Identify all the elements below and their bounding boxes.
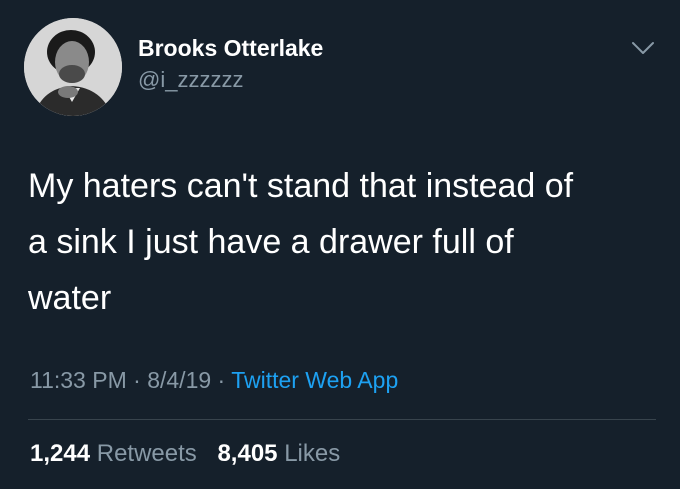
tweet-text: My haters can't stand that instead of a … bbox=[28, 167, 574, 317]
retweets-label: Retweets bbox=[96, 440, 197, 467]
user-info: Brooks Otterlake @i_zzzzzz bbox=[138, 34, 323, 94]
user-handle[interactable]: @i_zzzzzz bbox=[138, 66, 323, 94]
meta-separator: · bbox=[126, 367, 148, 393]
tweet-time[interactable]: 11:33 PM bbox=[30, 367, 127, 393]
chevron-down-icon[interactable] bbox=[630, 38, 656, 58]
likes-label: Likes bbox=[284, 440, 341, 467]
retweets-count: 1,244 bbox=[30, 440, 91, 467]
tweet-source-link[interactable]: Twitter Web App bbox=[231, 367, 398, 393]
avatar[interactable] bbox=[24, 18, 122, 116]
display-name[interactable]: Brooks Otterlake bbox=[138, 34, 323, 62]
tweet-metadata: 11:33 PM · 8/4/19 · Twitter Web App bbox=[30, 364, 398, 396]
likes-stat[interactable]: 8,405 Likes bbox=[217, 440, 340, 467]
tweet-date[interactable]: 8/4/19 bbox=[147, 367, 211, 393]
avatar-image bbox=[24, 18, 122, 116]
tweet-stats: 1,244 Retweets 8,405 Likes bbox=[30, 438, 354, 470]
likes-count: 8,405 bbox=[217, 440, 278, 467]
meta-separator: · bbox=[211, 367, 232, 393]
divider bbox=[28, 419, 656, 420]
tweet-card: Brooks Otterlake @i_zzzzzz My haters can… bbox=[0, 0, 680, 489]
retweets-stat[interactable]: 1,244 Retweets bbox=[30, 440, 197, 467]
